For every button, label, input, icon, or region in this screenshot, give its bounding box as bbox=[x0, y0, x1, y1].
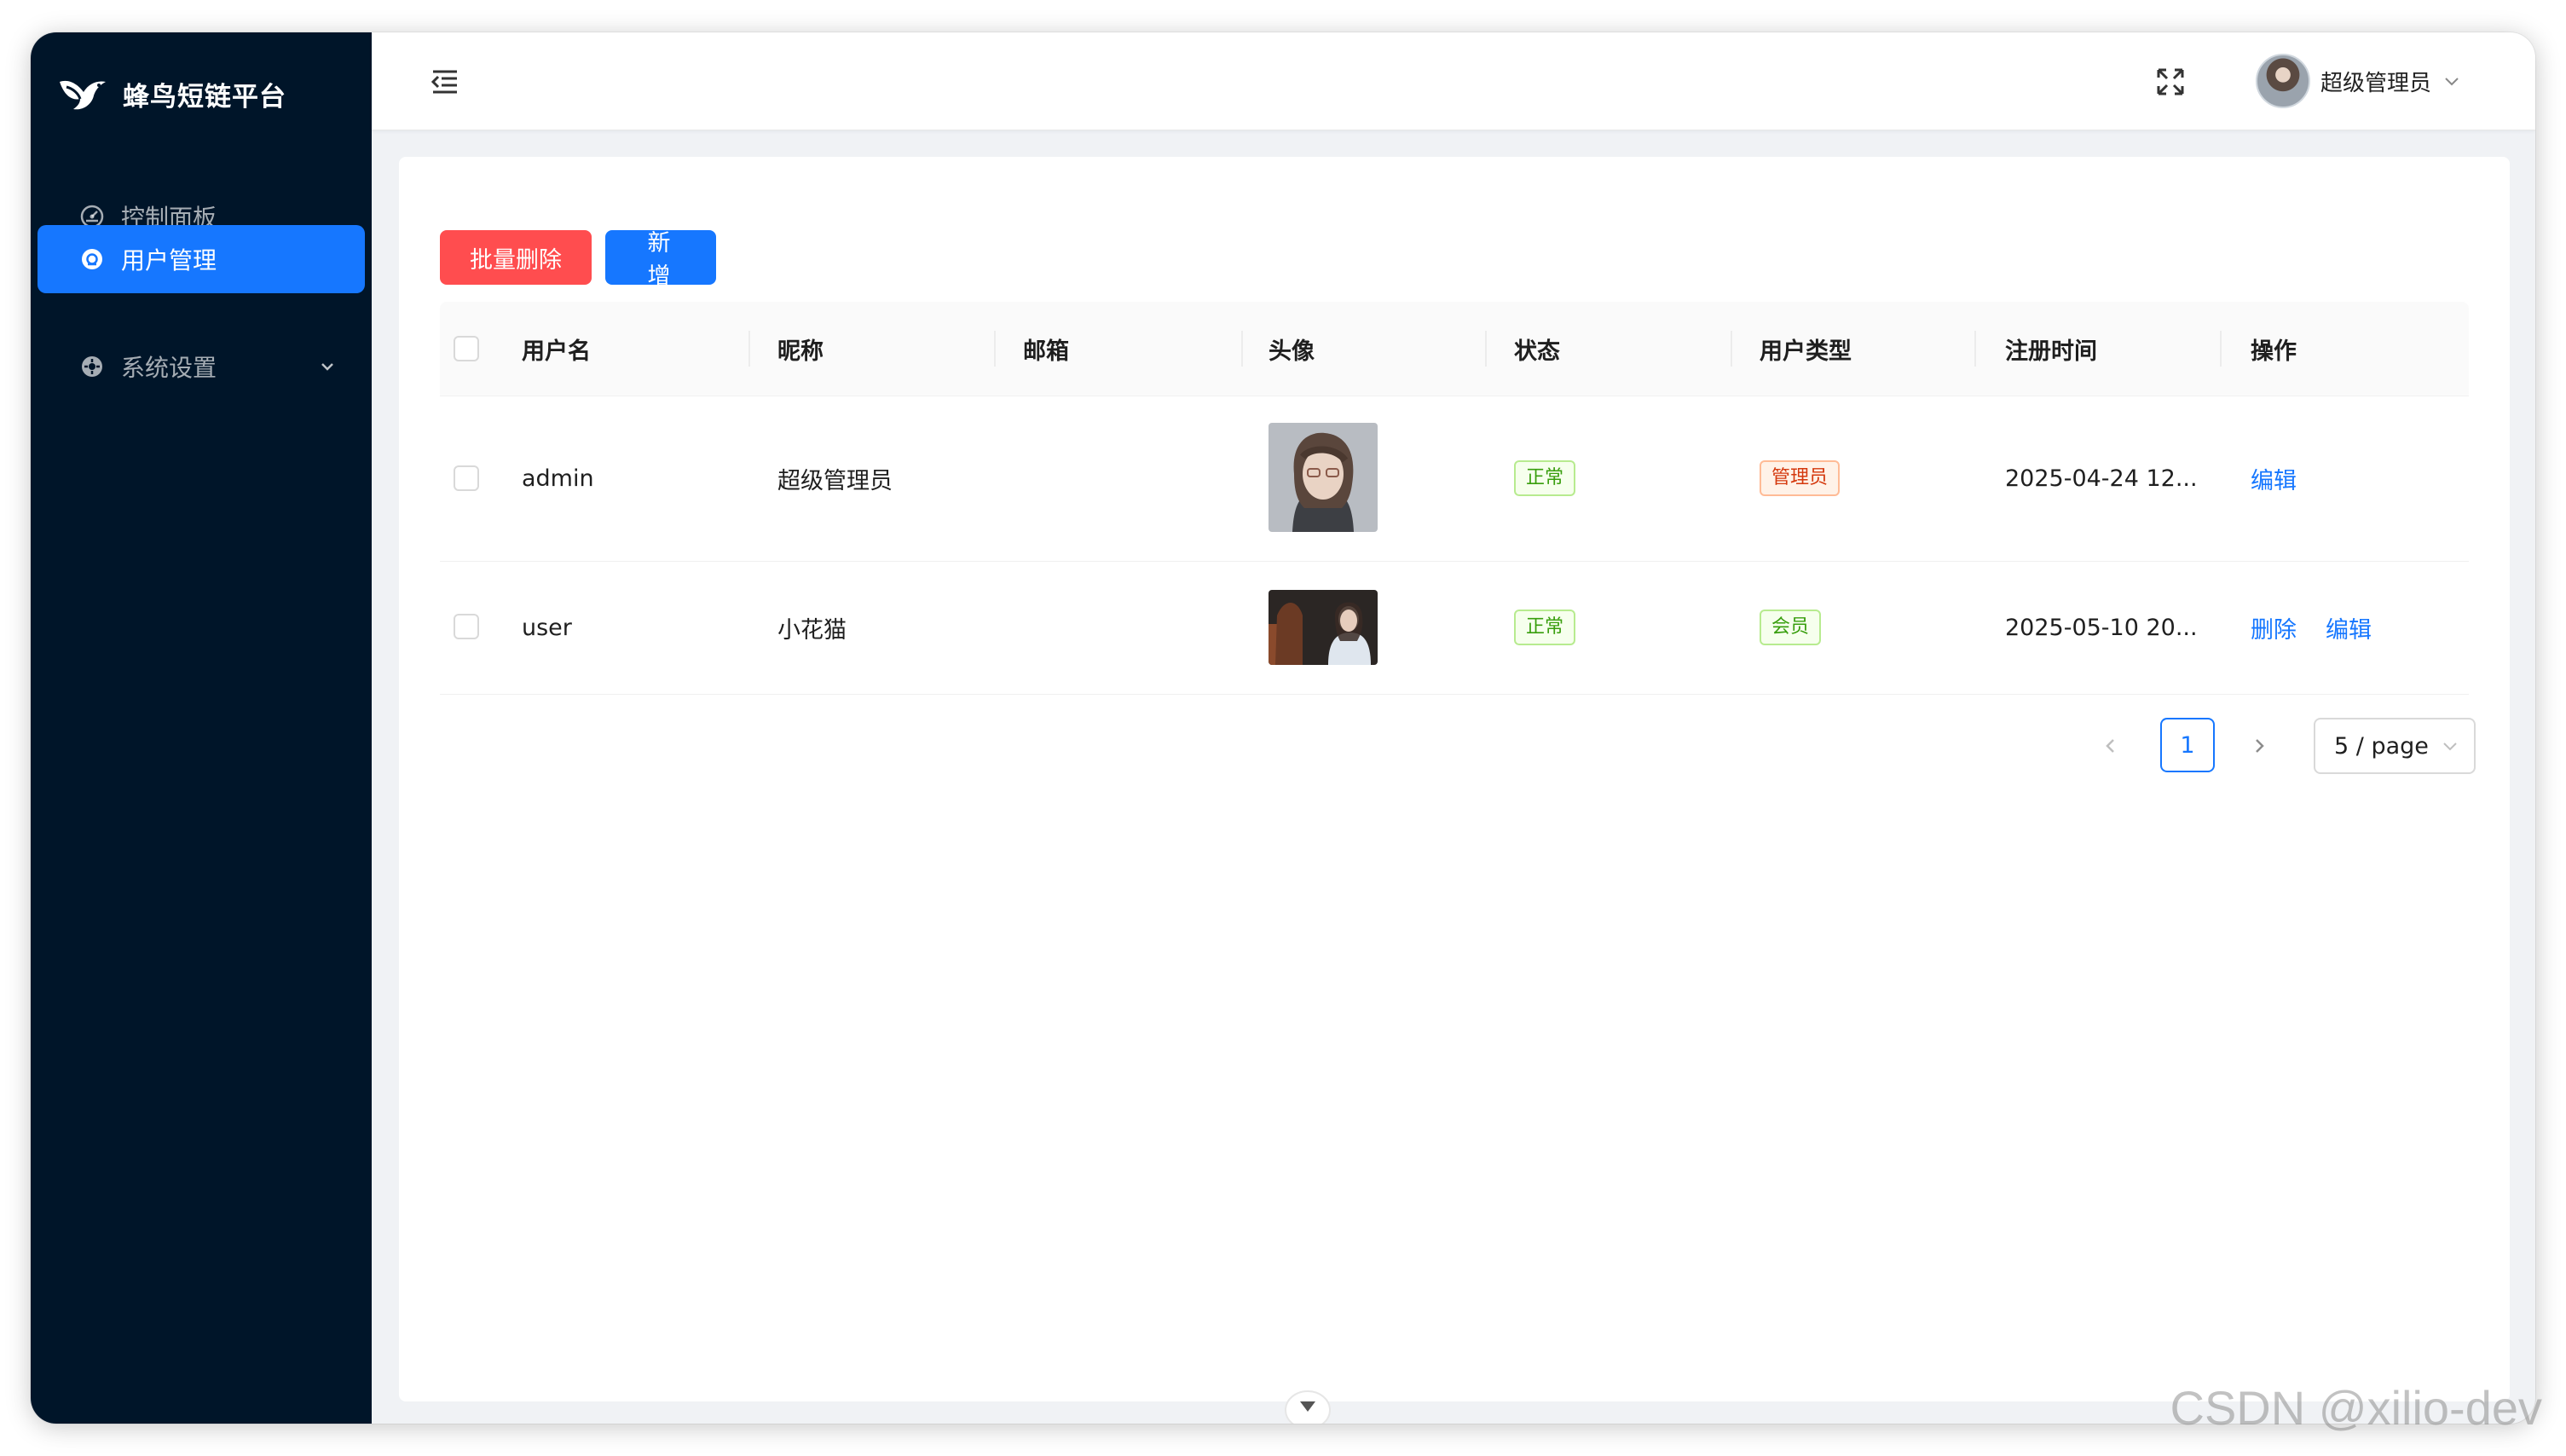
user-type-cell: 会员 bbox=[1760, 561, 1822, 694]
brand-name: 蜂鸟短链平台 bbox=[123, 81, 286, 113]
hummingbird-logo-icon bbox=[60, 80, 106, 110]
status-badge: 正常 bbox=[1514, 610, 1576, 645]
username-cell: admin bbox=[522, 465, 594, 492]
pagination: 1 5 / page bbox=[399, 718, 2510, 774]
column-header: 用户类型 bbox=[1760, 338, 1852, 365]
user-type-badge: 会员 bbox=[1760, 610, 1822, 645]
avatar bbox=[1269, 590, 1378, 665]
user-icon bbox=[82, 249, 102, 269]
chevron-right-icon[interactable] bbox=[2247, 734, 2271, 758]
page: 蜂鸟短链平台 控制面板 用户管理 系统设置 超级管理员 批量删除 新 增 用户名… bbox=[0, 0, 2566, 1456]
column-header: 用户名 bbox=[522, 338, 591, 365]
chevron-left-icon[interactable] bbox=[2099, 734, 2123, 758]
status-badge: 正常 bbox=[1514, 460, 1576, 496]
settings-icon bbox=[82, 356, 102, 377]
row-checkbox[interactable] bbox=[454, 614, 479, 639]
page-size-select[interactable]: 5 / page bbox=[2314, 718, 2476, 774]
select-all-checkbox[interactable] bbox=[454, 336, 479, 361]
sidebar-item-label: 系统设置 bbox=[121, 354, 217, 382]
scroll-down-icon[interactable] bbox=[1284, 1390, 1332, 1424]
registered-cell: 2025-05-10 20... bbox=[2005, 614, 2198, 641]
sidebar-item-users[interactable]: 用户管理 bbox=[38, 225, 365, 293]
fullscreen-icon[interactable] bbox=[2153, 65, 2187, 99]
actions-cell: 删除 编辑 bbox=[2251, 561, 2372, 694]
watermark: CSDN @xilio-dev bbox=[2170, 1381, 2543, 1435]
user-type-cell: 管理员 bbox=[1760, 396, 1841, 561]
status-cell: 正常 bbox=[1514, 396, 1576, 561]
user-menu[interactable]: 超级管理员 bbox=[2256, 53, 2462, 109]
nickname-cell: 小花猫 bbox=[777, 616, 847, 644]
column-divider bbox=[994, 331, 996, 367]
username-cell: user bbox=[522, 614, 572, 641]
table-header: 用户名 昵称 邮箱 头像 状态 用户类型 注册时间 操作 bbox=[440, 302, 2469, 396]
edit-link[interactable]: 编辑 bbox=[2326, 611, 2372, 644]
brand[interactable]: 蜂鸟短链平台 bbox=[56, 66, 286, 121]
actions-cell: 编辑 bbox=[2251, 396, 2297, 561]
sidebar: 蜂鸟短链平台 控制面板 用户管理 系统设置 bbox=[31, 32, 372, 1424]
column-header: 头像 bbox=[1269, 338, 1315, 365]
page-size-value: 5 / page bbox=[2334, 732, 2429, 760]
column-divider bbox=[1241, 331, 1243, 367]
chevron-down-icon bbox=[2445, 78, 2459, 86]
sidebar-item-settings[interactable]: 系统设置 bbox=[38, 332, 365, 401]
column-divider bbox=[1731, 331, 1732, 367]
chevron-down-icon bbox=[2443, 742, 2457, 751]
column-divider bbox=[2220, 331, 2222, 367]
nickname-cell: 超级管理员 bbox=[777, 467, 893, 494]
table-row: admin 超级管理员 正常 管理员 2025-04-24 12... 编辑 bbox=[440, 396, 2469, 562]
sidebar-item-label: 用户管理 bbox=[121, 246, 217, 274]
column-divider bbox=[748, 331, 750, 367]
edit-link[interactable]: 编辑 bbox=[2251, 462, 2297, 495]
chevron-down-icon bbox=[321, 363, 333, 371]
column-header: 昵称 bbox=[777, 338, 824, 365]
status-cell: 正常 bbox=[1514, 561, 1576, 694]
column-divider bbox=[1974, 331, 1976, 367]
column-divider bbox=[1485, 331, 1487, 367]
app-window: 蜂鸟短链平台 控制面板 用户管理 系统设置 超级管理员 批量删除 新 增 用户名… bbox=[31, 32, 2535, 1424]
registered-cell: 2025-04-24 12... bbox=[2005, 465, 2198, 492]
table-row: user 小花猫 正常 会员 2025-05-10 20... 删除 编辑 bbox=[440, 561, 2469, 695]
page-number-current[interactable]: 1 bbox=[2160, 718, 2215, 772]
user-name: 超级管理员 bbox=[2320, 70, 2432, 96]
user-type-badge: 管理员 bbox=[1760, 460, 1841, 496]
delete-link[interactable]: 删除 bbox=[2251, 611, 2297, 644]
column-header: 邮箱 bbox=[1023, 338, 1069, 365]
add-user-button[interactable]: 新 增 bbox=[605, 230, 716, 290]
column-header: 状态 bbox=[1514, 338, 1560, 365]
avatar bbox=[1269, 423, 1378, 532]
content-card: 批量删除 新 增 用户名 昵称 邮箱 头像 状态 用户类型 注册时间 操作 ad… bbox=[399, 157, 2510, 1401]
avatar bbox=[2256, 54, 2310, 108]
top-header: 超级管理员 bbox=[372, 32, 2535, 130]
column-header: 注册时间 bbox=[2005, 338, 2097, 365]
menu-fold-icon[interactable] bbox=[428, 65, 462, 99]
column-header: 操作 bbox=[2251, 338, 2297, 365]
row-checkbox[interactable] bbox=[454, 465, 479, 491]
batch-delete-button[interactable]: 批量删除 bbox=[440, 230, 592, 285]
